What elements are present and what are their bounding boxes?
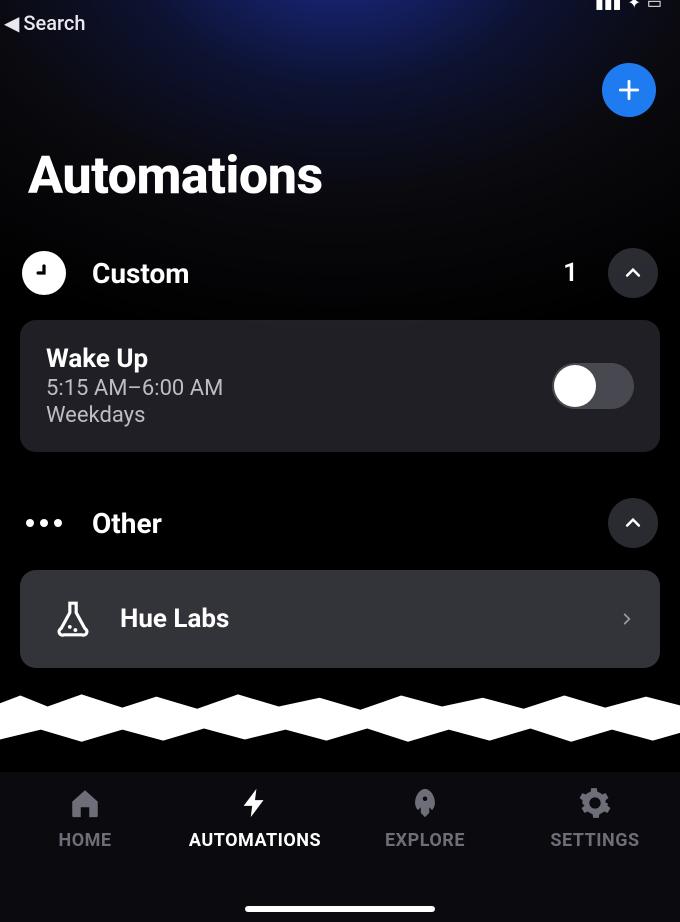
section-header-other[interactable]: Other (0, 498, 680, 570)
section-count-custom: 1 (563, 258, 582, 288)
section-header-custom[interactable]: Custom 1 (0, 248, 680, 320)
tab-settings[interactable]: SETTINGS (510, 786, 680, 851)
hue-labs-card[interactable]: Hue Labs (20, 570, 660, 668)
automation-card-body: Wake Up 5:15 AM–6:00 AM Weekdays (46, 344, 532, 428)
toggle-knob (554, 365, 596, 407)
tab-explore-label: EXPLORE (385, 830, 465, 851)
gear-icon (578, 786, 612, 820)
tab-explore[interactable]: EXPLORE (340, 786, 510, 851)
section-title-other: Other (92, 507, 582, 540)
tab-automations-label: AUTOMATIONS (189, 830, 321, 851)
flask-icon (46, 600, 100, 638)
page-title: Automations (0, 125, 680, 248)
automation-time: 5:15 AM–6:00 AM (46, 376, 532, 401)
clock-icon (22, 251, 66, 295)
chevron-up-icon (623, 513, 643, 533)
automation-days: Weekdays (46, 403, 532, 428)
tab-home[interactable]: HOME (0, 786, 170, 851)
home-icon (68, 786, 102, 820)
torn-edge-decoration (0, 690, 680, 760)
tab-settings-label: SETTINGS (550, 830, 639, 851)
header-row (0, 41, 680, 125)
back-nav[interactable]: ◀ Search (0, 5, 680, 41)
chevron-up-icon (623, 263, 643, 283)
automation-title: Wake Up (46, 344, 532, 374)
settings-status-icon: ✦ (627, 0, 640, 12)
bolt-icon (238, 786, 272, 820)
add-automation-button[interactable] (602, 63, 656, 117)
tab-bar: HOME AUTOMATIONS EXPLORE SETTINGS (0, 772, 680, 922)
collapse-button-custom[interactable] (608, 248, 658, 298)
status-icons: ▮▮▮ ✦ ▭ (595, 0, 662, 12)
tab-automations[interactable]: AUTOMATIONS (170, 786, 340, 851)
collapse-button-other[interactable] (608, 498, 658, 548)
automation-card-wake-up[interactable]: Wake Up 5:15 AM–6:00 AM Weekdays (20, 320, 660, 452)
signal-icon: ▮▮▮ (595, 0, 621, 12)
home-indicator[interactable] (245, 906, 435, 912)
section-title-custom: Custom (92, 257, 537, 290)
battery-icon: ▭ (647, 0, 662, 12)
back-chevron-icon: ◀ (4, 11, 19, 35)
chevron-right-icon (620, 608, 634, 630)
automation-toggle[interactable] (552, 363, 634, 409)
ellipsis-icon (22, 519, 66, 527)
hue-labs-title: Hue Labs (120, 604, 600, 634)
tab-home-label: HOME (58, 830, 111, 851)
plus-icon (616, 77, 642, 103)
rocket-icon (408, 786, 442, 820)
back-label: Search (23, 11, 85, 35)
